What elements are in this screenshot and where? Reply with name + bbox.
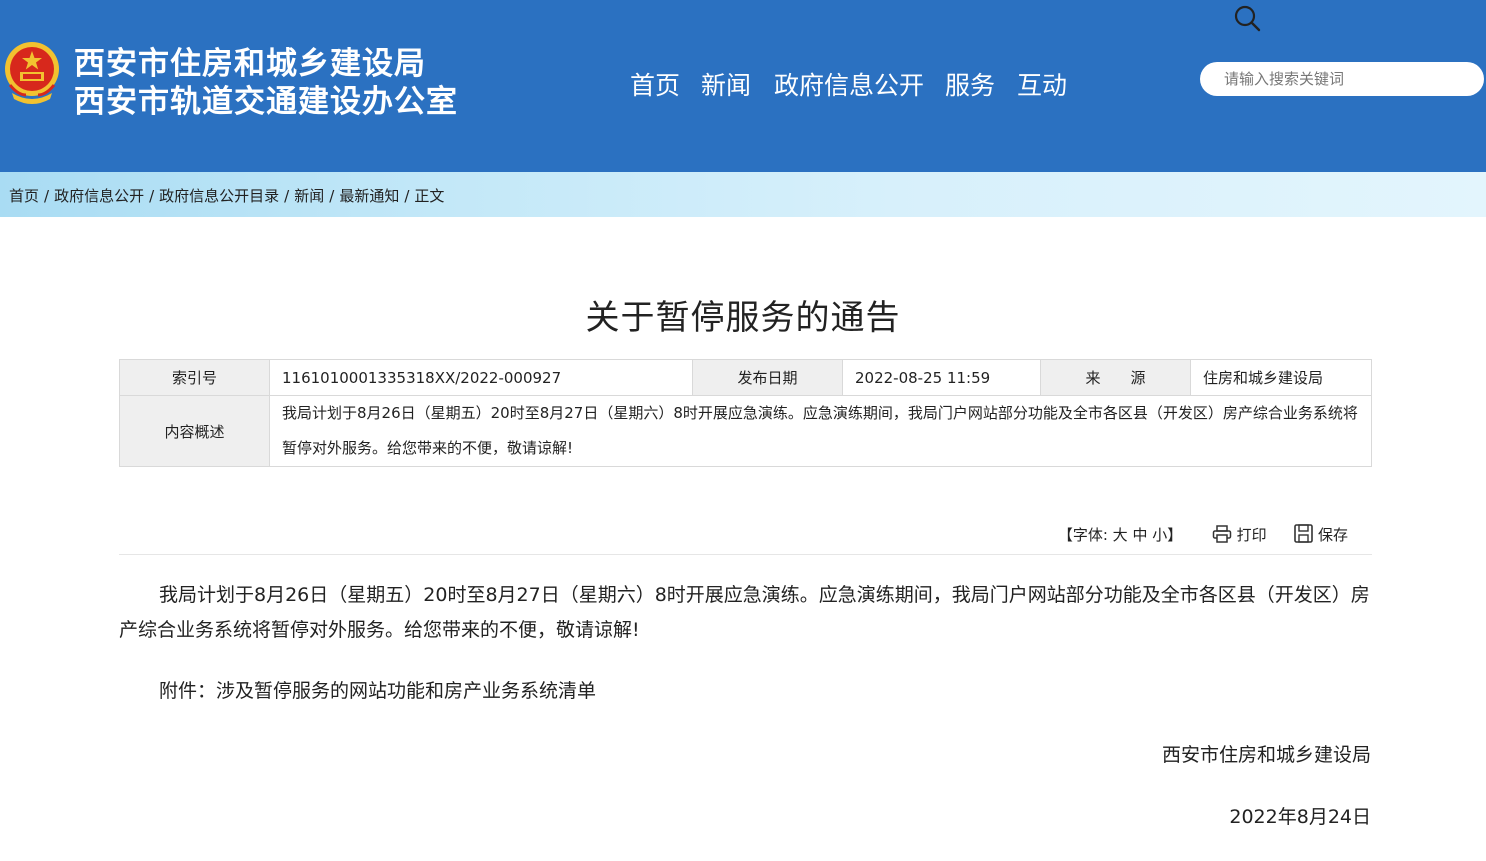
- save-icon: [1294, 524, 1314, 543]
- body-paragraph: 我局计划于8月26日（星期五）20时至8月27日（星期六）8时开展应急演练。应急…: [119, 584, 1370, 641]
- signature-date: 2022年8月24日: [1229, 806, 1371, 828]
- divider: [119, 554, 1372, 555]
- search-box: [1200, 62, 1484, 96]
- article-title: 关于暂停服务的通告: [585, 298, 901, 338]
- signature-org: 西安市住房和城乡建设局: [1161, 744, 1371, 766]
- save-label: 保存: [1317, 526, 1348, 544]
- printer-icon: [1212, 525, 1232, 543]
- article-body: 我局计划于8月26日（星期五）20时至8月27日（星期六）8时开展应急演练。应急…: [119, 578, 1372, 648]
- breadcrumb-news[interactable]: 新闻: [294, 187, 324, 205]
- breadcrumb-separator: /: [329, 187, 335, 205]
- font-large-button[interactable]: 大: [1113, 526, 1128, 544]
- nav-interact[interactable]: 互动: [1017, 66, 1067, 102]
- summary-label: 内容概述: [119, 395, 270, 467]
- breadcrumb-gov-info-catalog[interactable]: 政府信息公开目录: [159, 187, 279, 205]
- breadcrumb-gov-info[interactable]: 政府信息公开: [54, 187, 144, 205]
- print-button[interactable]: 打印: [1212, 525, 1272, 544]
- search-icon[interactable]: [1233, 4, 1261, 32]
- font-size-suffix: 】: [1167, 526, 1183, 544]
- summary-value: 我局计划于8月26日（星期五）20时至8月27日（星期六）8时开展应急演练。应急…: [269, 395, 1372, 467]
- breadcrumb-home[interactable]: 首页: [9, 187, 39, 205]
- search-input[interactable]: [1224, 62, 1424, 96]
- breadcrumb-latest-notice[interactable]: 最新通知: [339, 187, 399, 205]
- nav-service[interactable]: 服务: [945, 66, 995, 102]
- org-name-secondary: 西安市轨道交通建设办公室: [74, 84, 458, 120]
- font-medium-button[interactable]: 中: [1132, 526, 1147, 544]
- font-size-prefix: 【字体:: [1057, 526, 1108, 544]
- date-label: 发布日期: [692, 359, 843, 396]
- date-value: 2022-08-25 11:59: [842, 359, 1041, 396]
- breadcrumb: 首页 / 政府信息公开 / 政府信息公开目录 / 新闻 / 最新通知 / 正文: [9, 185, 444, 206]
- article-tools: 【字体: 大 中 小】 打印 保存: [1058, 524, 1348, 545]
- index-value: 1161010001335318XX/2022-000927: [269, 359, 693, 396]
- print-label: 打印: [1236, 526, 1267, 544]
- national-emblem-icon: [5, 42, 59, 104]
- breadcrumb-current: 正文: [414, 187, 445, 205]
- breadcrumb-separator: /: [44, 187, 50, 205]
- font-small-button[interactable]: 小: [1152, 526, 1167, 544]
- site-header: 西安市住房和城乡建设局 西安市轨道交通建设办公室 首页 新闻 政府信息公开 服务…: [0, 0, 1486, 172]
- attachment-text: 附件：涉及暂停服务的网站功能和房产业务系统清单: [159, 680, 597, 702]
- nav-gov-info[interactable]: 政府信息公开: [774, 66, 924, 102]
- source-label: 来 源: [1040, 359, 1191, 396]
- save-button[interactable]: 保存: [1294, 524, 1348, 544]
- article-meta-table: 索引号 1161010001335318XX/2022-000927 发布日期 …: [119, 359, 1372, 467]
- nav-home[interactable]: 首页: [630, 66, 680, 102]
- nav-news[interactable]: 新闻: [701, 66, 751, 102]
- breadcrumb-separator: /: [404, 187, 410, 205]
- breadcrumb-separator: /: [149, 187, 155, 205]
- index-label: 索引号: [119, 359, 270, 396]
- breadcrumb-separator: /: [284, 187, 290, 205]
- breadcrumb-bar: 首页 / 政府信息公开 / 政府信息公开目录 / 新闻 / 最新通知 / 正文: [0, 172, 1486, 217]
- source-value: 住房和城乡建设局: [1190, 359, 1372, 396]
